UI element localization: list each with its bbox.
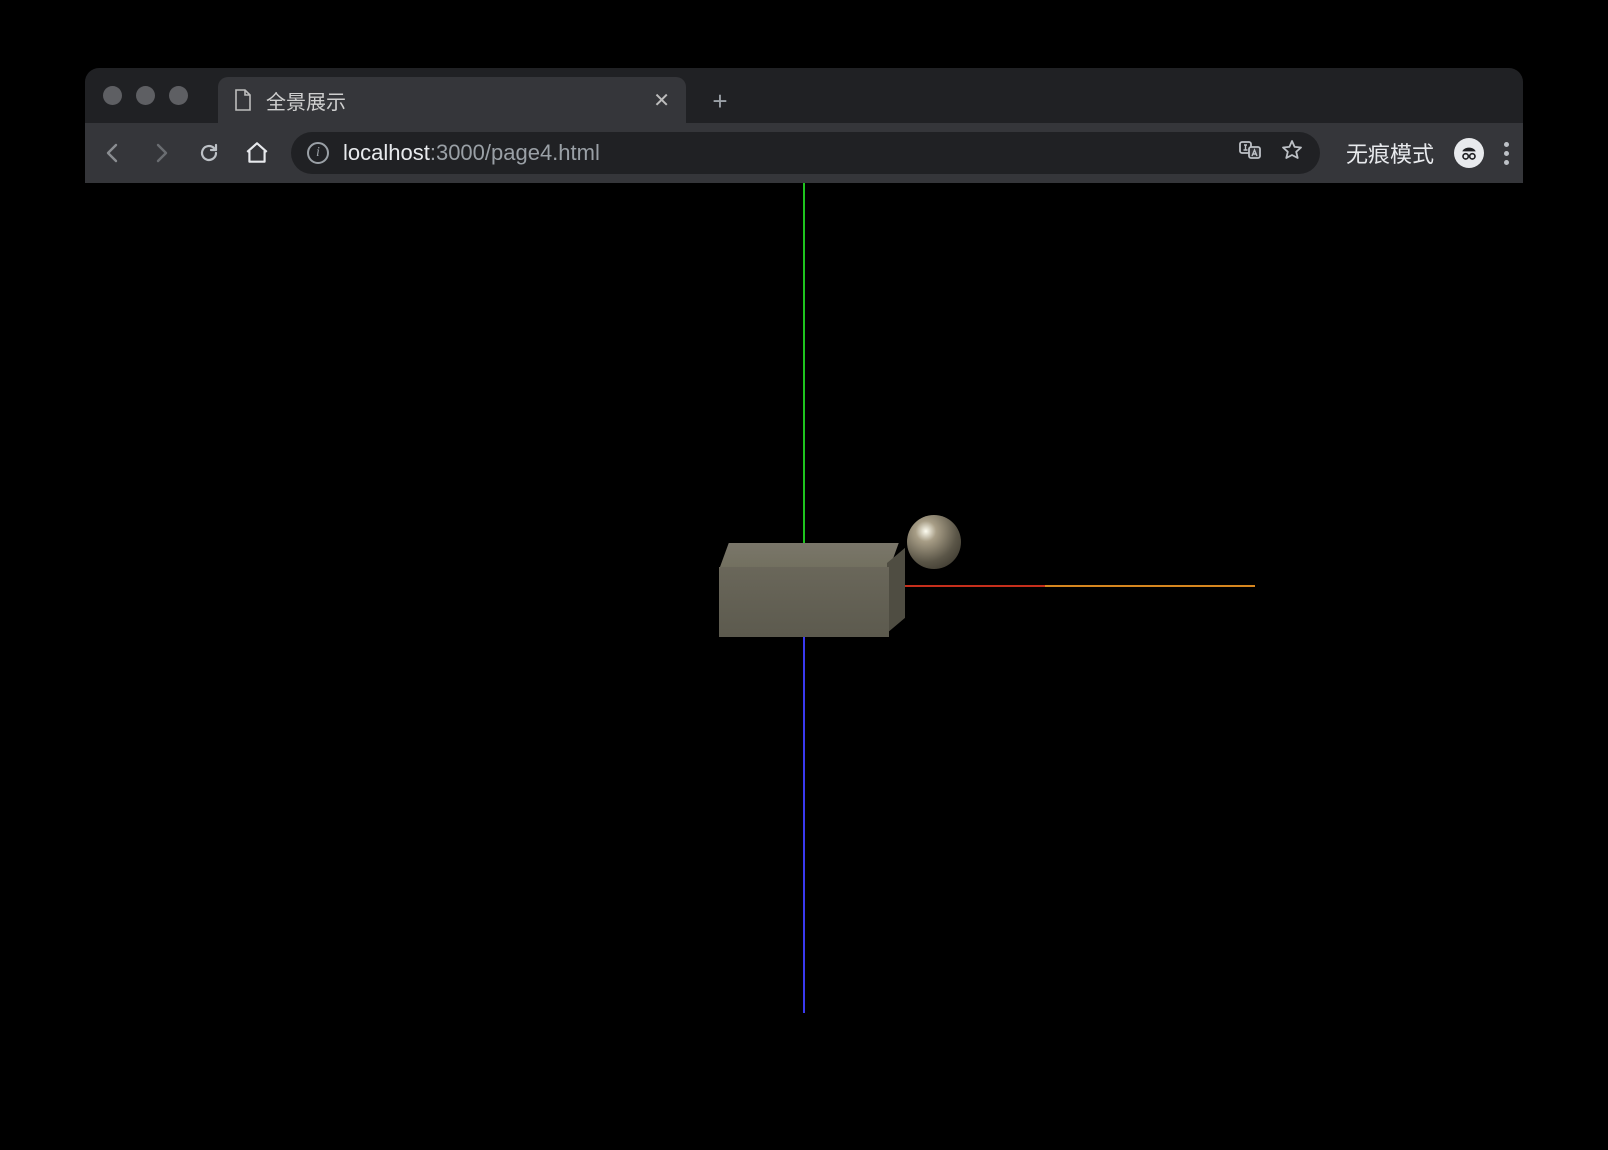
browser-window: 全景展示 ✕ + i localhost:3000/page4.html — [85, 68, 1523, 1049]
close-tab-button[interactable]: ✕ — [653, 88, 670, 113]
back-button[interactable] — [99, 139, 127, 167]
incognito-label: 无痕模式 — [1346, 137, 1434, 169]
window-controls — [103, 68, 208, 123]
window-zoom-button[interactable] — [169, 86, 188, 105]
document-icon — [234, 89, 252, 111]
url-path: :3000/page4.html — [430, 140, 600, 165]
home-button[interactable] — [243, 139, 271, 167]
address-bar[interactable]: i localhost:3000/page4.html — [291, 132, 1320, 174]
url-text: localhost:3000/page4.html — [343, 140, 600, 166]
window-close-button[interactable] — [103, 86, 122, 105]
site-info-icon[interactable]: i — [307, 142, 329, 164]
sphere-object — [907, 515, 961, 569]
desktop-background: 全景展示 ✕ + i localhost:3000/page4.html — [0, 0, 1608, 1150]
browser-tab[interactable]: 全景展示 ✕ — [218, 77, 686, 123]
axis-x-far — [1045, 585, 1255, 587]
window-minimize-button[interactable] — [136, 86, 155, 105]
axis-y — [803, 183, 805, 563]
axis-z — [803, 603, 805, 1013]
toolbar: i localhost:3000/page4.html 无痕模式 — [85, 123, 1523, 183]
translate-icon[interactable] — [1238, 138, 1262, 168]
new-tab-button[interactable]: + — [702, 83, 738, 119]
reload-button[interactable] — [195, 139, 223, 167]
tab-title: 全景展示 — [266, 86, 639, 115]
scene — [85, 183, 1523, 1049]
webgl-viewport[interactable] — [85, 183, 1523, 1049]
browser-menu-button[interactable] — [1504, 142, 1509, 165]
tab-bar: 全景展示 ✕ + — [85, 68, 1523, 123]
incognito-icon[interactable] — [1454, 138, 1484, 168]
url-host: localhost — [343, 140, 430, 165]
bookmark-star-icon[interactable] — [1280, 138, 1304, 168]
forward-button[interactable] — [147, 139, 175, 167]
